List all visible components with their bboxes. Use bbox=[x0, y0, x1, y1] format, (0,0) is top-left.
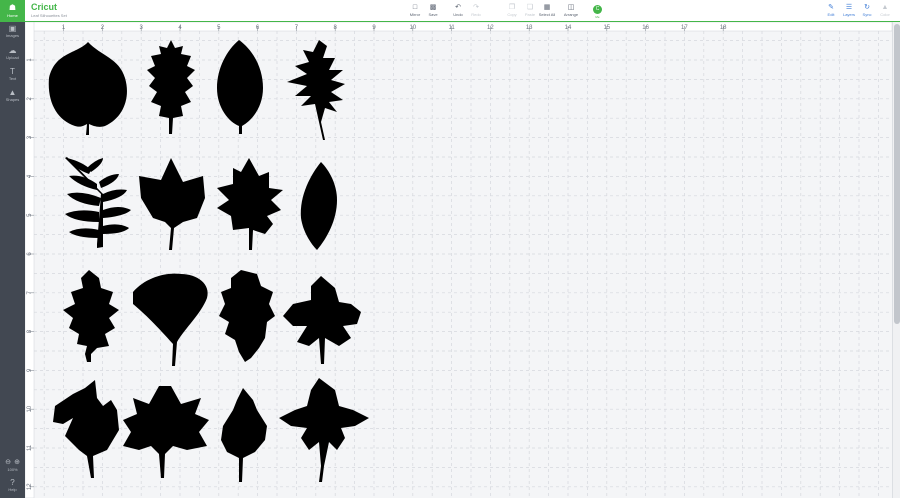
edit-icon: ✎ bbox=[828, 4, 834, 11]
zoom-in-icon[interactable]: ⊕ bbox=[13, 458, 22, 466]
rail-text-button[interactable]: T Text bbox=[0, 67, 25, 87]
ruler-number: 17 bbox=[681, 25, 688, 31]
select-all-button[interactable]: ▦ Select All bbox=[536, 3, 558, 20]
rail-upload-button[interactable]: ☁ Upload bbox=[0, 46, 25, 66]
save-icon: ▩ bbox=[429, 4, 437, 11]
palmate-leaf[interactable] bbox=[279, 378, 369, 482]
pin-oak-leaf[interactable] bbox=[287, 40, 345, 140]
ruler-number: 18 bbox=[720, 25, 727, 31]
scrollbar-thumb[interactable] bbox=[894, 24, 900, 324]
ruler-left: 123456789101112 bbox=[25, 22, 35, 498]
select-all-icon: ▦ bbox=[543, 4, 551, 11]
birch-leaf[interactable] bbox=[221, 388, 267, 482]
redo-icon: ↷ bbox=[473, 4, 479, 11]
color-button[interactable]: ▲ Color bbox=[875, 3, 895, 20]
lobed-oak-leaf[interactable] bbox=[219, 270, 275, 362]
ruler-left-bg bbox=[25, 22, 35, 498]
layers-icon: ☰ bbox=[845, 4, 853, 11]
edit-button[interactable]: ✎ Edit bbox=[821, 3, 841, 20]
ruler-number: 11 bbox=[27, 444, 33, 451]
help-button[interactable]: ? Help bbox=[0, 478, 25, 492]
ruler-number: 15 bbox=[603, 25, 610, 31]
save-button[interactable]: ▩ Save bbox=[422, 3, 444, 20]
ruler-top: 1 2 3 4 5 6 7 8 9 10 11 12 13 14 15 16 17 18 bbox=[25, 22, 892, 32]
color-icon: ▲ bbox=[881, 4, 889, 11]
avatar[interactable]: C bbox=[593, 5, 602, 14]
arrange-icon: ◫ bbox=[567, 4, 575, 11]
ruler-number: 14 bbox=[565, 25, 572, 31]
left-rail: ☗ Home ▣ Images ☁ Upload T Text ▲ Shapes… bbox=[0, 0, 25, 498]
ruler-top-bg bbox=[25, 22, 892, 32]
sync-icon: ↻ bbox=[864, 4, 870, 11]
red-oak-leaf[interactable] bbox=[217, 158, 283, 250]
canvas-svg: 1 2 3 4 5 6 7 8 9 10 11 12 13 14 15 16 17 18 123456789101… bbox=[25, 22, 892, 498]
maple-leaf[interactable] bbox=[139, 158, 205, 250]
vertical-scrollbar[interactable] bbox=[892, 22, 900, 498]
fern-leaf[interactable] bbox=[65, 157, 131, 248]
heart-leaf[interactable] bbox=[48, 42, 127, 135]
ruler-number: 11 bbox=[448, 25, 455, 31]
ruler-number: 16 bbox=[642, 25, 649, 31]
ruler-number: 13 bbox=[526, 25, 533, 31]
ruler-number: 10 bbox=[27, 405, 33, 412]
home-button[interactable]: ☗ Home bbox=[0, 0, 25, 22]
document-name[interactable]: Leaf Silhouettes Set bbox=[31, 13, 67, 18]
white-oak-leaf[interactable] bbox=[63, 270, 119, 362]
redo-button[interactable]: ↷ Redo bbox=[465, 3, 487, 20]
brand-logo: Cricut bbox=[31, 2, 58, 12]
sync-button[interactable]: ↻ Sync bbox=[857, 3, 877, 20]
home-icon: ☗ bbox=[8, 3, 17, 12]
rail-images-button[interactable]: ▣ Images bbox=[0, 24, 25, 44]
zoom-level: 100% bbox=[7, 467, 18, 472]
rail-shapes-button[interactable]: ▲ Shapes bbox=[0, 88, 25, 108]
ruler-number: 12 bbox=[487, 25, 494, 31]
oak-leaf[interactable] bbox=[147, 40, 195, 134]
elm-leaf[interactable] bbox=[217, 40, 263, 134]
ruler-number: 12 bbox=[27, 483, 33, 490]
design-canvas[interactable]: 1 2 3 4 5 6 7 8 9 10 11 12 13 14 15 16 17 18 1 2 3 4 5 6 7 8 9 10 1… bbox=[25, 22, 892, 498]
oval-leaf[interactable] bbox=[300, 162, 337, 250]
avatar-name: Me bbox=[595, 15, 600, 19]
ginkgo-leaf[interactable] bbox=[133, 273, 208, 366]
leaves-group bbox=[48, 40, 369, 482]
sassafras-leaf[interactable] bbox=[53, 380, 119, 478]
layers-button[interactable]: ☰ Layers bbox=[839, 3, 859, 20]
arrange-button[interactable]: ◫ Arrange bbox=[560, 3, 582, 20]
top-toolbar: Cricut Leaf Silhouettes Set □ Mirror ▩ S… bbox=[25, 0, 900, 22]
ruler-number: 10 bbox=[409, 25, 416, 31]
zoom-out-icon[interactable]: ⊖ bbox=[4, 458, 13, 466]
sugar-maple-leaf[interactable] bbox=[123, 386, 209, 478]
